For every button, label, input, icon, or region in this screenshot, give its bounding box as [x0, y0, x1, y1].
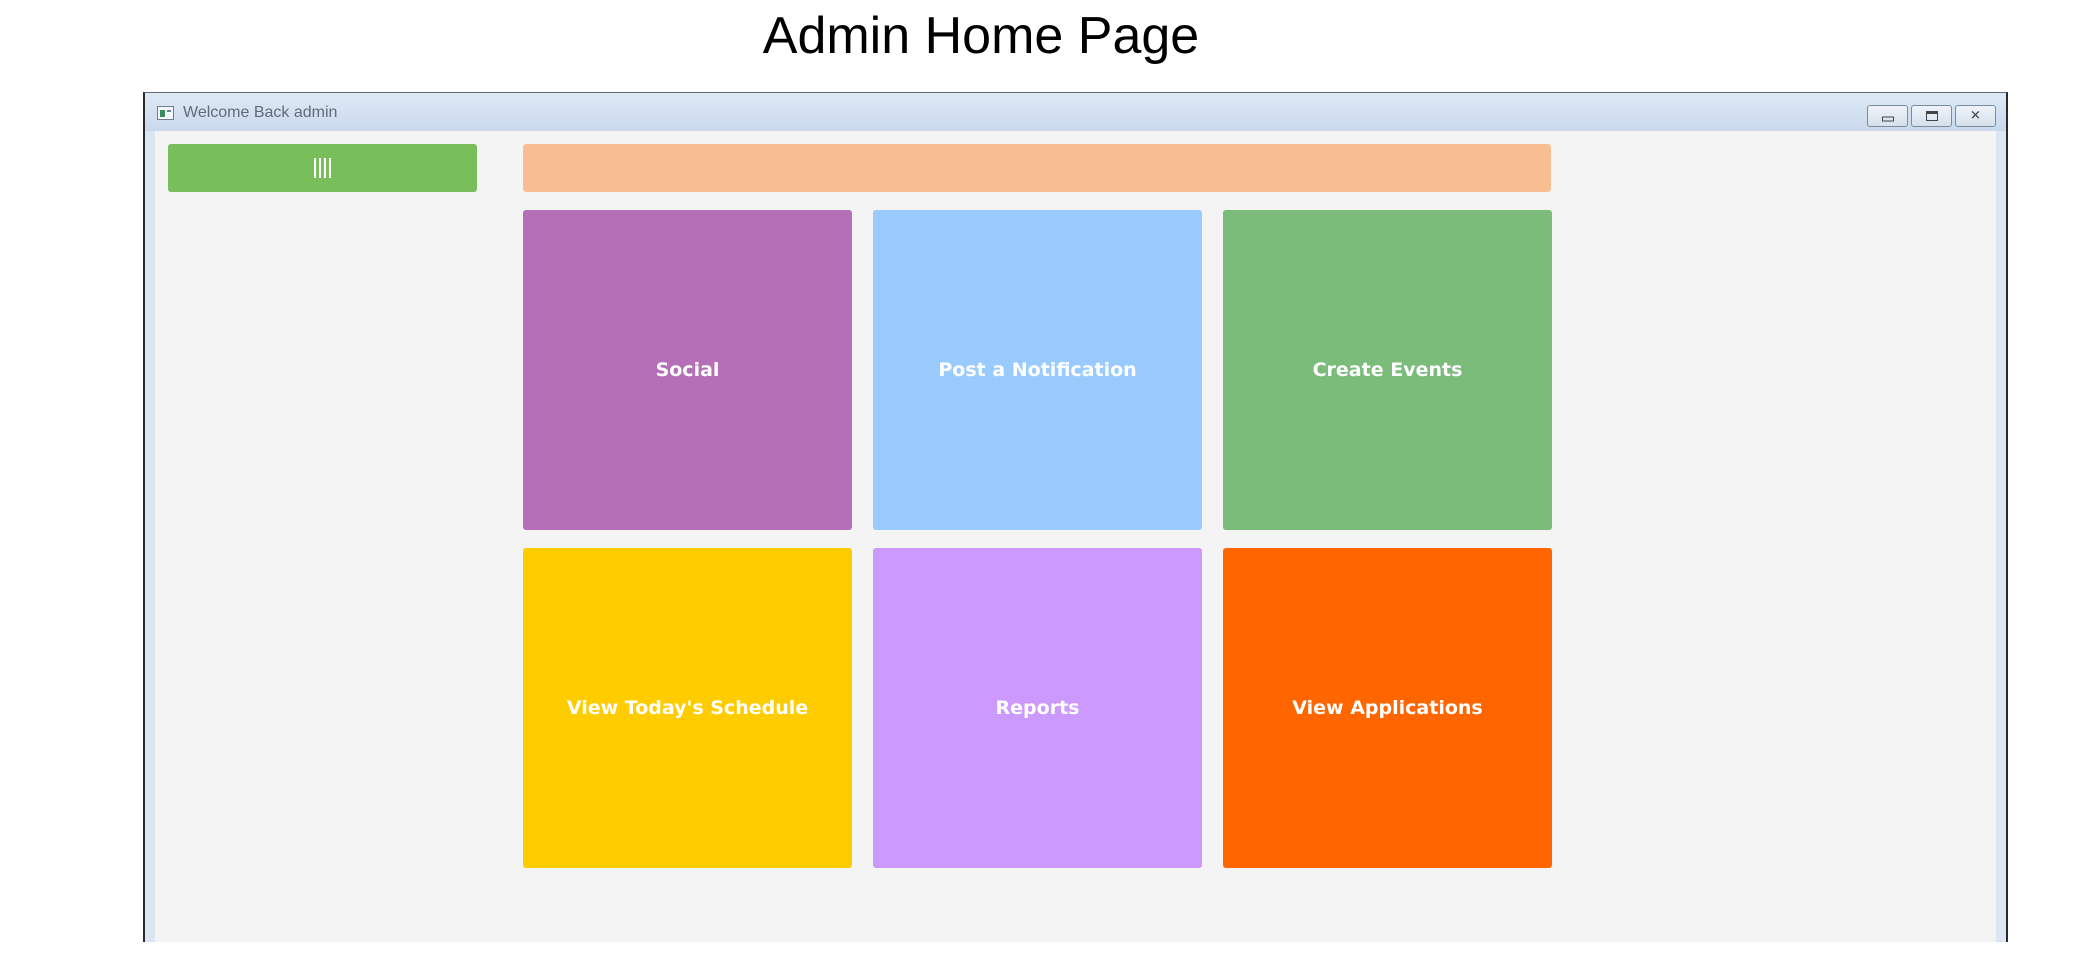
window-content: Social Post a Notification Create Events… — [155, 131, 1996, 942]
minimize-icon — [1881, 116, 1894, 122]
window-titlebar[interactable]: Welcome Back admin ✕ — [145, 93, 2006, 131]
menu-toggle-button[interactable] — [168, 144, 477, 192]
close-icon: ✕ — [1970, 108, 1981, 124]
app-window: Welcome Back admin ✕ Social Post a Notif… — [143, 92, 2008, 942]
create-events-tile[interactable]: Create Events — [1223, 210, 1552, 530]
page-title: Admin Home Page — [762, 7, 1200, 65]
tile-label: View Today's Schedule — [566, 697, 809, 719]
social-tile[interactable]: Social — [523, 210, 852, 530]
tile-label: Reports — [995, 697, 1080, 719]
reports-tile[interactable]: Reports — [873, 548, 1202, 868]
view-applications-tile[interactable]: View Applications — [1223, 548, 1552, 868]
tile-label: Post a Notification — [938, 359, 1137, 381]
maximize-icon — [1925, 111, 1938, 121]
tile-label: View Applications — [1292, 697, 1483, 719]
window-controls: ✕ — [1867, 105, 1996, 127]
tile-label: Create Events — [1312, 359, 1463, 381]
maximize-button[interactable] — [1911, 105, 1952, 127]
tile-label: Social — [655, 359, 720, 381]
header-bar — [523, 144, 1551, 192]
minimize-button[interactable] — [1867, 105, 1908, 127]
post-notification-tile[interactable]: Post a Notification — [873, 210, 1202, 530]
app-icon — [157, 106, 174, 120]
page: Admin Home Page Welcome Back admin ✕ Soc… — [0, 0, 2076, 980]
hamburger-icon — [314, 158, 331, 178]
window-title: Welcome Back admin — [183, 104, 338, 121]
close-button[interactable]: ✕ — [1955, 105, 1996, 127]
view-schedule-tile[interactable]: View Today's Schedule — [523, 548, 852, 868]
